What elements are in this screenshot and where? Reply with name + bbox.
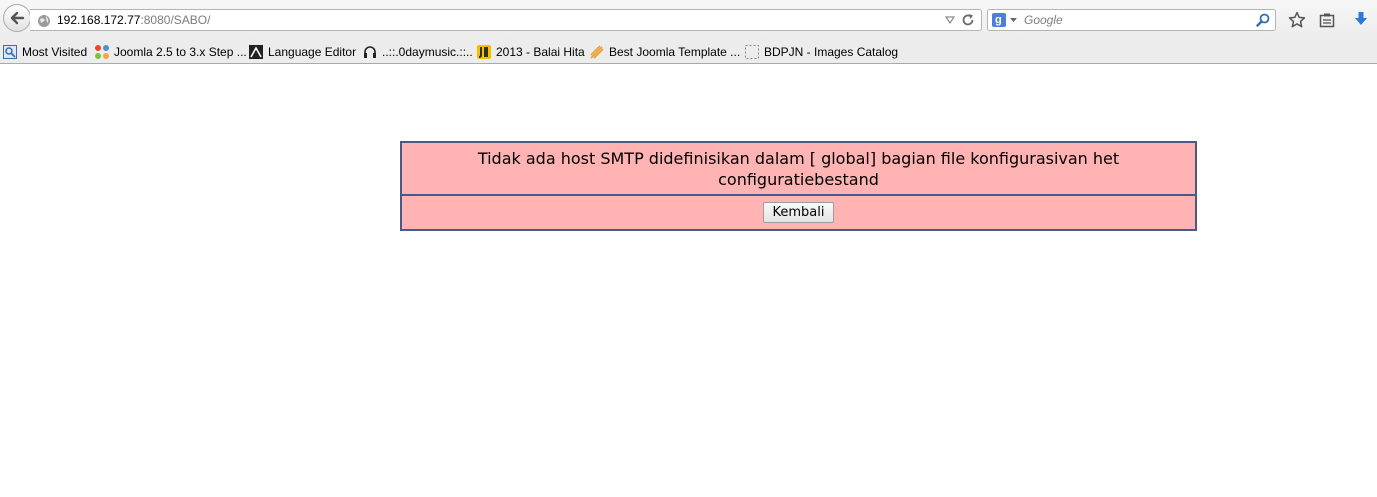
error-message-box: Tidak ada host SMTP didefinisikan dalam … [400, 141, 1197, 231]
headphones-icon [364, 46, 376, 58]
history-dropdown-icon[interactable] [945, 16, 955, 24]
download-icon[interactable] [1353, 11, 1369, 27]
star-icon[interactable] [1288, 11, 1306, 29]
bookmarks-toolbar: Most Visited Joomla 2.5 to 3.x Step ... … [0, 40, 1377, 64]
navigation-toolbar: 192.168.172.77:8080/SABO/ g Google [0, 0, 1377, 40]
search-input[interactable]: Google [1024, 13, 1063, 27]
back-arrow-icon [10, 11, 25, 25]
reload-icon[interactable] [961, 13, 975, 27]
kembali-button[interactable]: Kembali [762, 202, 835, 223]
error-message: Tidak ada host SMTP didefinisikan dalam … [400, 141, 1197, 196]
url-host: 192.168.172.77 [57, 13, 141, 27]
globe-icon [38, 15, 50, 27]
url-text[interactable]: 192.168.172.77:8080/SABO/ [57, 13, 210, 27]
search-icon[interactable] [1256, 13, 1270, 27]
most-visited-icon [3, 45, 17, 59]
google-engine-icon[interactable]: g [992, 13, 1006, 27]
language-editor-icon [249, 45, 263, 59]
search-bar[interactable]: g Google [987, 9, 1276, 31]
chevron-down-icon[interactable] [1010, 18, 1017, 22]
url-path: :8080/SABO/ [140, 13, 211, 27]
bookmarks-list-icon[interactable] [1319, 12, 1335, 28]
address-bar[interactable]: 192.168.172.77:8080/SABO/ [30, 9, 982, 31]
button-row: Kembali [400, 194, 1197, 231]
back-button[interactable] [3, 4, 31, 32]
joomla-icon [95, 45, 109, 59]
template-icon [590, 45, 604, 59]
blank-page-icon [745, 45, 759, 59]
balai-hita-icon [477, 45, 491, 59]
